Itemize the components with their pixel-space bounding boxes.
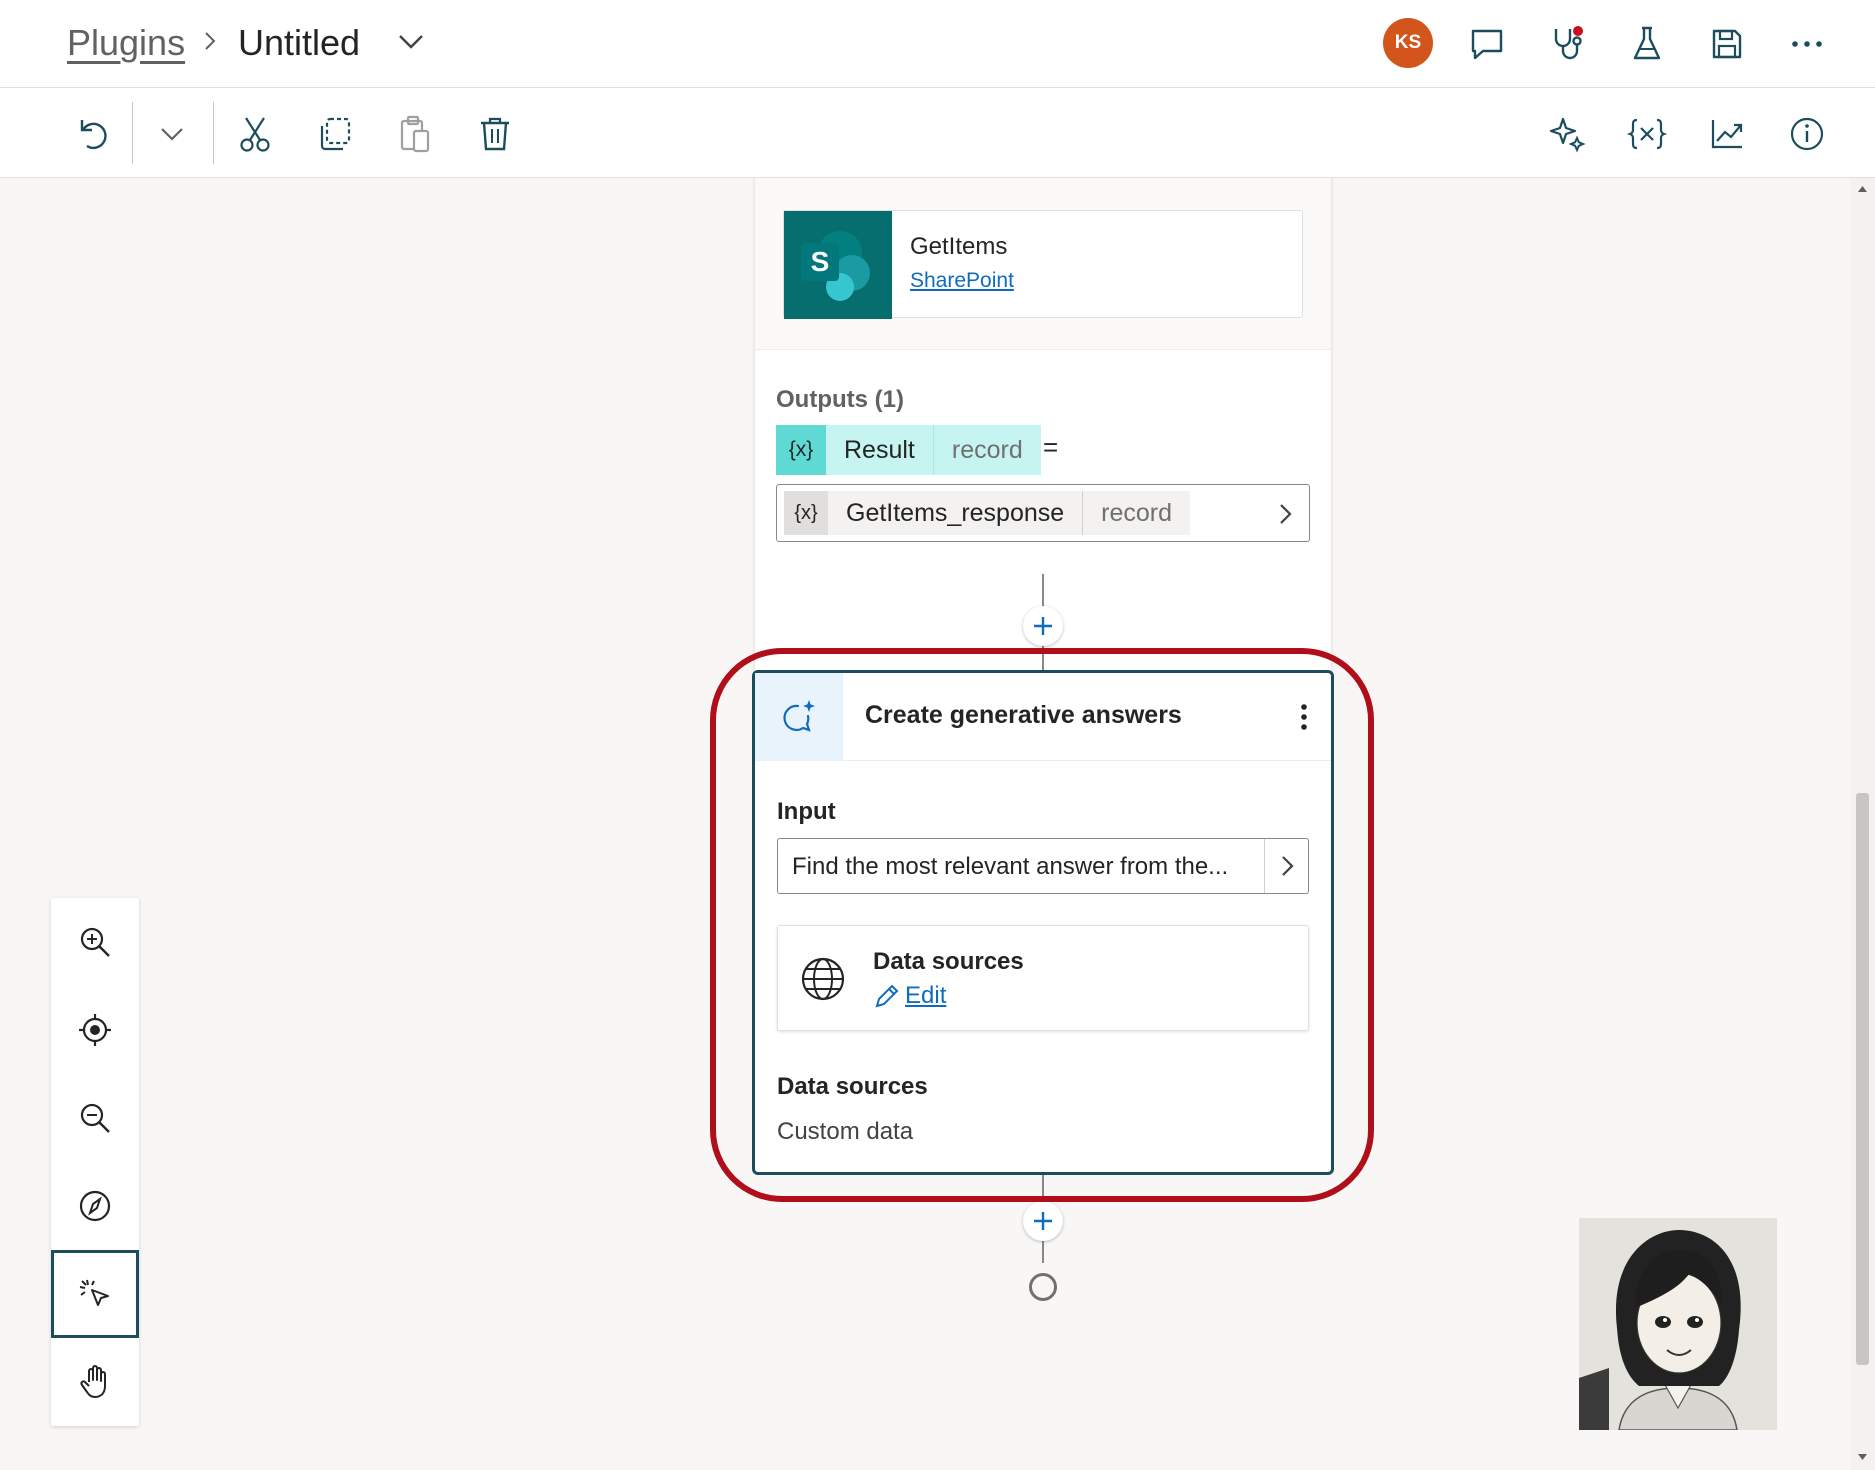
node-header: Create generative answers (755, 673, 1331, 761)
data-sources-value: Custom data (777, 1118, 914, 1145)
save-icon[interactable] (1705, 22, 1749, 66)
sharepoint-logo-letter: S (811, 246, 830, 277)
chevron-right-icon (205, 32, 216, 50)
action-name: GetItems (910, 233, 1008, 260)
info-icon[interactable] (1785, 112, 1829, 156)
node-title: Create generative answers (865, 701, 1182, 729)
avatar[interactable]: KS (1383, 18, 1433, 68)
plus-icon (1034, 617, 1052, 635)
zoom-in-icon (80, 927, 110, 957)
output-value-field[interactable]: {x} GetItems_response record (776, 484, 1310, 542)
variable-type: record (1082, 491, 1191, 535)
edit-link-label: Edit (905, 982, 947, 1009)
pan-icon (80, 1365, 106, 1398)
sharepoint-logo-icon: S (784, 211, 892, 319)
delete-icon[interactable] (473, 112, 517, 156)
edit-data-sources-link[interactable]: Edit (873, 982, 946, 1010)
equals-sign: = (1043, 432, 1059, 462)
copy-icon[interactable] (313, 112, 357, 156)
select-icon (79, 1279, 109, 1306)
center-icon (79, 1014, 111, 1046)
toolbar-divider (132, 102, 133, 164)
variable-icon: {x} (784, 491, 828, 535)
input-value: Find the most relevant answer from the..… (792, 853, 1229, 880)
output-variable-pill[interactable]: {x} Result record (776, 425, 1041, 475)
more-vertical-icon[interactable] (1289, 699, 1319, 735)
canvas-controls (51, 898, 139, 1426)
stethoscope-icon[interactable] (1545, 22, 1589, 66)
add-node-button[interactable] (1023, 606, 1063, 646)
breadcrumb-plugins[interactable]: Plugins (67, 22, 185, 64)
variable-icon: {x} (776, 425, 826, 475)
value-variable-pill: {x} GetItems_response record (784, 491, 1191, 535)
scroll-up-icon[interactable] (1856, 184, 1869, 194)
action-node-header: S GetItems SharePoint (755, 178, 1331, 350)
scroll-down-icon[interactable] (1856, 1452, 1869, 1462)
variable-name: Result (826, 425, 933, 475)
paste-icon[interactable] (393, 112, 437, 156)
presenter-photo (1579, 1218, 1777, 1430)
data-sources-panel: Data sources Edit (777, 925, 1309, 1031)
connector-link[interactable]: SharePoint (910, 269, 1014, 293)
zoom-out-icon (80, 1103, 110, 1133)
generative-answers-node[interactable]: Create generative answers Input Find the… (752, 670, 1334, 1175)
outputs-label: Outputs (1) (776, 386, 904, 413)
zoom-out-button[interactable] (51, 1074, 139, 1162)
globe-icon (801, 957, 845, 1001)
minimap-button[interactable] (51, 1162, 139, 1250)
select-mode-button[interactable] (51, 1250, 139, 1338)
sparkle-icon[interactable] (1545, 112, 1589, 156)
variable-type: record (932, 425, 1041, 475)
data-sources-label: Data sources (777, 1073, 928, 1100)
input-expand-button[interactable] (1264, 839, 1308, 893)
beaker-icon[interactable] (1625, 22, 1669, 66)
toolbar (0, 88, 1875, 178)
chevron-down-icon[interactable] (394, 26, 428, 56)
page-title: Untitled (238, 22, 361, 63)
generative-answers-icon (755, 673, 843, 761)
variable-name: GetItems_response (828, 491, 1083, 535)
variable-icon[interactable] (1625, 112, 1669, 156)
chevron-right-icon (1281, 856, 1294, 876)
scroll-thumb[interactable] (1856, 793, 1869, 1365)
zoom-in-button[interactable] (51, 898, 139, 986)
flow-canvas[interactable]: S GetItems SharePoint Outputs (1) {x} Re… (0, 178, 1850, 1470)
vertical-scrollbar[interactable] (1850, 178, 1875, 1470)
pan-mode-button[interactable] (51, 1338, 139, 1426)
end-node (1029, 1273, 1057, 1301)
pencil-icon (875, 984, 899, 1008)
data-sources-title: Data sources (873, 948, 1024, 975)
chevron-right-icon[interactable] (1273, 499, 1297, 529)
center-button[interactable] (51, 986, 139, 1074)
comment-icon[interactable] (1465, 22, 1509, 66)
chevron-down-icon[interactable] (150, 112, 194, 156)
more-icon[interactable] (1785, 22, 1829, 66)
connector-action[interactable]: S GetItems SharePoint (783, 210, 1303, 319)
analytics-icon[interactable] (1705, 112, 1749, 156)
cut-icon[interactable] (233, 112, 277, 156)
top-bar: Plugins Untitled KS (0, 0, 1875, 88)
input-field[interactable]: Find the most relevant answer from the..… (777, 838, 1309, 894)
add-node-button[interactable] (1023, 1201, 1063, 1241)
input-label: Input (777, 798, 836, 825)
undo-icon[interactable] (70, 112, 114, 156)
toolbar-divider (213, 102, 214, 164)
minimap-icon (79, 1190, 111, 1222)
plus-icon (1034, 1212, 1052, 1230)
